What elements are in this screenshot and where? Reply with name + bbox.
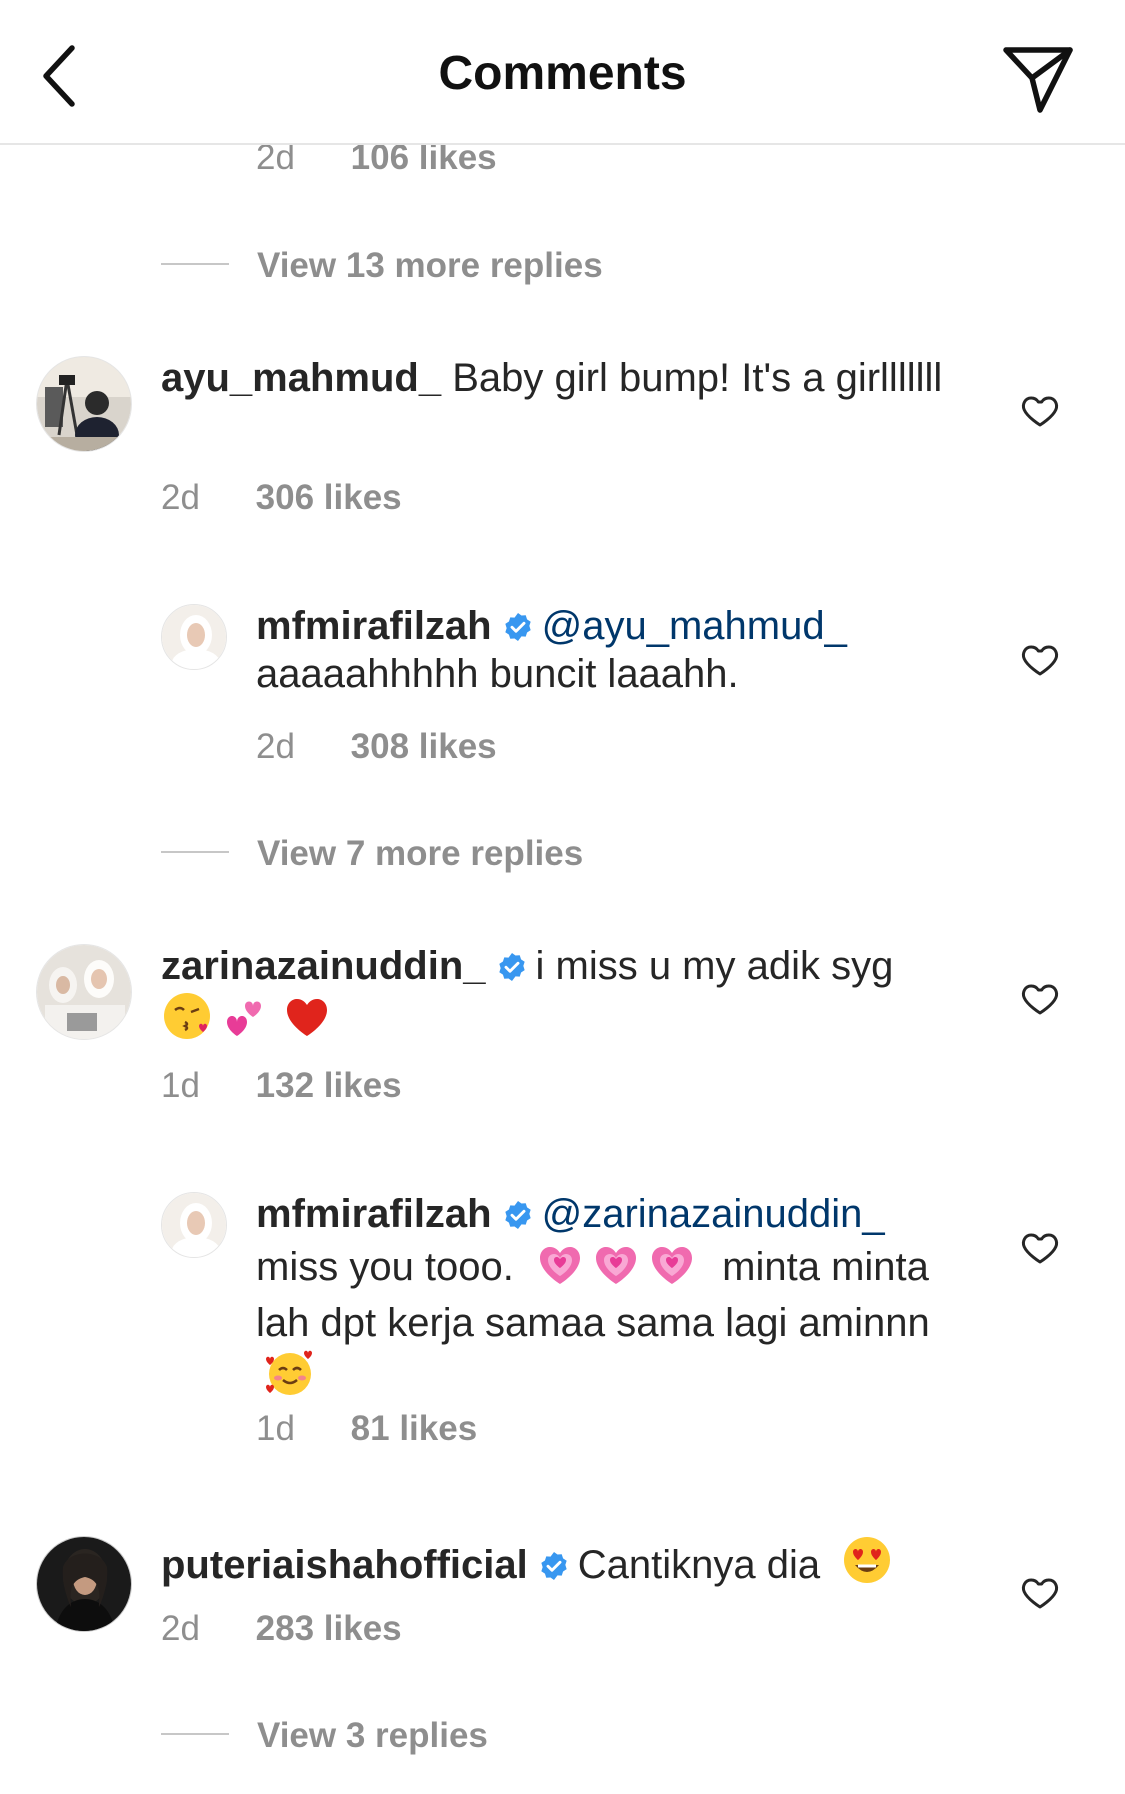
avatar-image: [37, 357, 131, 451]
reply-mention[interactable]: @ayu_mahmud_: [542, 604, 847, 648]
reply-username[interactable]: mfmirafilzah: [256, 604, 492, 648]
direct-share-icon[interactable]: [1000, 40, 1076, 116]
kiss-face-emoji-icon: [161, 990, 213, 1053]
comment-body: puteriaishahofficial Cantiknya dia: [161, 1534, 981, 1597]
comment-time: 1d: [161, 1066, 200, 1105]
comments-list[interactable]: 2d 106 likes View 13 more replies ayu_ma…: [0, 0, 1125, 1794]
reply-body: mfmirafilzah @zarinazainuddin_ miss you t…: [256, 1190, 986, 1410]
view-more-replies-button[interactable]: View 13 more replies: [161, 246, 603, 286]
comment-likes[interactable]: 306 likes: [256, 478, 402, 517]
reply-username[interactable]: mfmirafilzah: [256, 1192, 492, 1236]
heart-eyes-emoji-icon: [841, 1534, 893, 1597]
reply-text: aaaaahhhhh buncit laaahh.: [256, 652, 739, 696]
view-replies-label: View 3 replies: [257, 1716, 488, 1755]
reply-time: 1d: [256, 1409, 295, 1448]
heart-outline-icon[interactable]: [1020, 639, 1060, 679]
verified-badge-icon: [504, 613, 531, 641]
avatar-image: [162, 605, 226, 669]
red-heart-emoji-icon: [281, 990, 333, 1053]
comment-meta: 2d 283 likes: [161, 1609, 402, 1649]
replies-divider-line: [161, 1732, 229, 1735]
comment-likes[interactable]: 283 likes: [256, 1609, 402, 1648]
reply-body: mfmirafilzah @ayu_mahmud_ aaaaahhhhh bunc…: [256, 602, 986, 698]
comment-meta: 1d 132 likes: [161, 1066, 402, 1106]
reply-mention[interactable]: @zarinazainuddin_: [542, 1192, 885, 1236]
comment-body: zarinazainuddin_ i miss u my adik syg: [161, 942, 981, 1053]
view-replies-label: View 13 more replies: [257, 246, 603, 285]
smiling-face-with-hearts-emoji-icon: [264, 1347, 316, 1410]
replies-divider-line: [161, 850, 229, 853]
comment-time: 2d: [161, 1609, 200, 1648]
heart-outline-icon[interactable]: [1020, 1572, 1060, 1612]
avatar[interactable]: [36, 1536, 132, 1632]
growing-heart-emoji-icon: [535, 1238, 585, 1299]
two-hearts-emoji-icon: [221, 990, 273, 1053]
reply-text: miss you tooo.: [256, 1245, 514, 1289]
reply-time: 2d: [256, 727, 295, 766]
comment-text: Baby girl bump! It's a girlllllll: [452, 356, 943, 400]
comment-meta: 2d 306 likes: [161, 478, 402, 518]
growing-heart-emoji-icon: [591, 1238, 641, 1299]
avatar-image: [162, 1193, 226, 1257]
avatar[interactable]: [36, 356, 132, 452]
verified-badge-icon: [498, 953, 525, 981]
avatar[interactable]: [161, 604, 227, 670]
comment-time: 2d: [161, 478, 200, 517]
avatar-image: [37, 1537, 131, 1631]
page-title: Comments: [438, 47, 687, 100]
comment-username[interactable]: zarinazainuddin_: [161, 944, 486, 988]
reply-likes[interactable]: 308 likes: [351, 727, 497, 766]
reply-likes[interactable]: 81 likes: [351, 1409, 478, 1448]
top-navigation-bar: Comments: [0, 0, 1125, 145]
comment-text: Cantiknya dia: [577, 1543, 821, 1587]
heart-outline-icon[interactable]: [1020, 390, 1060, 430]
replies-divider-line: [161, 262, 229, 265]
avatar[interactable]: [161, 1192, 227, 1258]
growing-heart-emoji-icon: [647, 1238, 697, 1299]
reply-meta: 2d 308 likes: [256, 727, 497, 767]
avatar[interactable]: [36, 944, 132, 1040]
reply-meta: 1d 81 likes: [256, 1409, 477, 1449]
verified-badge-icon: [541, 1552, 567, 1580]
view-replies-button[interactable]: View 3 replies: [161, 1716, 488, 1756]
comment-username[interactable]: ayu_mahmud_: [161, 356, 441, 400]
view-more-replies-button[interactable]: View 7 more replies: [161, 834, 583, 874]
comment-likes[interactable]: 132 likes: [256, 1066, 402, 1105]
verified-badge-icon: [504, 1201, 531, 1229]
view-replies-label: View 7 more replies: [257, 834, 584, 873]
heart-outline-icon[interactable]: [1020, 978, 1060, 1018]
comment-username[interactable]: puteriaishahofficial: [161, 1543, 528, 1587]
heart-outline-icon[interactable]: [1020, 1227, 1060, 1267]
comment-body: ayu_mahmud_ Baby girl bump! It's a girll…: [161, 354, 981, 402]
comment-text: i miss u my adik syg: [535, 944, 894, 988]
avatar-image: [37, 945, 131, 1039]
